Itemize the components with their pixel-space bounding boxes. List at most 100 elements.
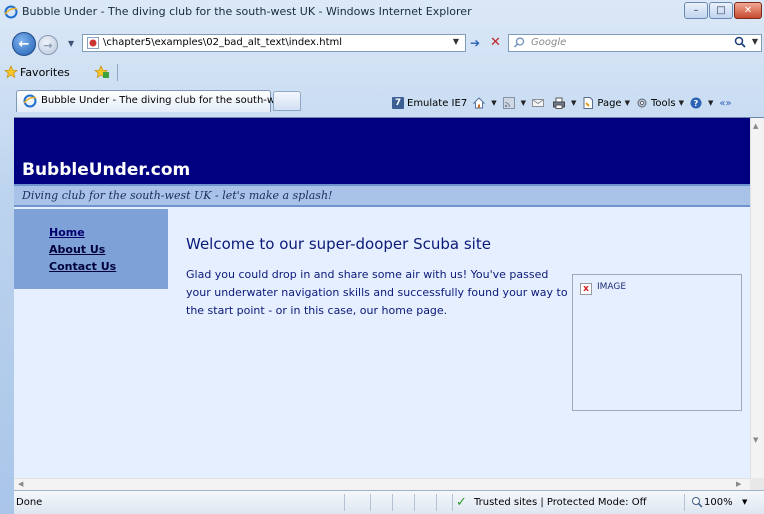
navigation-bar: ← → ▼ \chapter5\examples\02_bad_alt_text…	[0, 27, 764, 57]
add-to-favorites-icon[interactable]	[94, 65, 110, 79]
status-divider	[344, 494, 345, 511]
print-dropdown-icon[interactable]: ▼	[571, 99, 576, 107]
home-icon	[473, 97, 486, 109]
go-arrow-icon[interactable]: ➔	[470, 36, 480, 50]
zoom-level[interactable]: 100%	[704, 497, 733, 508]
favorites-bar: Favorites	[0, 60, 764, 84]
site-navigation: Home About Us Contact Us	[14, 209, 168, 289]
scrollbar-corner	[750, 478, 764, 490]
home-dropdown-icon[interactable]: ▼	[491, 99, 496, 107]
new-tab-button[interactable]	[273, 91, 301, 111]
status-divider	[392, 494, 393, 511]
chevron-right-icon: «»	[719, 97, 732, 109]
zoom-icon	[692, 497, 703, 508]
tab-bubble-under[interactable]: Bubble Under - The diving club for the s…	[16, 90, 291, 112]
print-button[interactable]: ▼	[552, 97, 576, 109]
status-divider	[684, 494, 685, 511]
scroll-left-icon[interactable]: ◀	[18, 480, 23, 488]
status-divider	[414, 494, 415, 511]
title-bar: Bubble Under - The diving club for the s…	[0, 0, 764, 24]
toolbar-overflow-button[interactable]: «»	[719, 98, 731, 109]
mail-icon	[531, 99, 544, 107]
recent-pages-dropdown-icon[interactable]: ▼	[68, 39, 74, 48]
help-icon: ?	[690, 97, 702, 109]
read-mail-button[interactable]	[531, 97, 547, 109]
zoom-dropdown-icon[interactable]: ▼	[742, 498, 747, 506]
minimize-button[interactable]: –	[684, 2, 708, 19]
site-header: BubbleUnder.com	[14, 118, 750, 184]
help-button[interactable]: ? ▼	[690, 97, 713, 109]
forward-button[interactable]: →	[38, 35, 58, 55]
nav-link-contact-us[interactable]: Contact Us	[49, 260, 116, 273]
favorites-button[interactable]: Favorites	[20, 66, 70, 79]
search-input[interactable]: Google ▼	[508, 34, 762, 52]
nav-link-about-us[interactable]: About Us	[49, 243, 105, 256]
command-bar: 7 Emulate IE7 ▼ ▼ ▼ Page ▼ Tools ▼ ? ▼ «…	[392, 94, 738, 112]
tools-menu[interactable]: Tools ▼	[636, 97, 684, 109]
tools-label: Tools	[650, 97, 676, 109]
site-title: BubbleUnder.com	[22, 160, 191, 180]
svg-text:?: ?	[694, 99, 699, 108]
broken-image-placeholder: x IMAGE	[572, 274, 742, 411]
home-button[interactable]: ▼	[473, 97, 497, 109]
status-bar: Done ✓ Trusted sites | Protected Mode: O…	[14, 490, 764, 514]
status-divider	[452, 494, 453, 511]
search-provider-icon	[513, 37, 525, 48]
tab-row: Bubble Under - The diving club for the s…	[0, 86, 764, 116]
horizontal-scrollbar[interactable]: ◀ ▶	[14, 478, 750, 490]
address-input[interactable]: \chapter5\examples\02_bad_alt_text\index…	[82, 34, 466, 52]
broken-image-icon: x	[580, 283, 592, 295]
forward-arrow-icon: →	[43, 38, 53, 52]
compatibility-icon: 7	[392, 97, 404, 109]
page-menu[interactable]: Page ▼	[582, 97, 630, 109]
window-controls: – □ ✕	[683, 2, 762, 20]
search-dropdown-icon[interactable]: ▼	[752, 37, 758, 46]
favorites-star-icon[interactable]	[4, 65, 18, 79]
rss-feed-icon	[502, 97, 515, 109]
page-heading: Welcome to our super-dooper Scuba site	[186, 235, 491, 253]
scroll-down-icon[interactable]: ▼	[753, 436, 758, 444]
feeds-dropdown-icon[interactable]: ▼	[521, 99, 526, 107]
status-text: Done	[16, 497, 43, 508]
page-label: Page	[597, 97, 622, 109]
page-favicon-icon	[87, 37, 99, 49]
scroll-right-icon[interactable]: ▶	[736, 480, 741, 488]
security-zone[interactable]: Trusted sites | Protected Mode: Off	[474, 497, 647, 508]
status-divider	[436, 494, 437, 511]
content-viewport: BubbleUnder.com Diving club for the sout…	[14, 117, 764, 490]
emulate-ie7-button[interactable]: 7 Emulate IE7	[392, 97, 467, 109]
back-button[interactable]: ←	[12, 32, 36, 56]
window-title: Bubble Under - The diving club for the s…	[22, 5, 472, 18]
tagline: Diving club for the south-west UK - let'…	[22, 189, 333, 202]
help-dropdown-icon: ▼	[708, 99, 714, 107]
browser-window: Bubble Under - The diving club for the s…	[0, 0, 764, 514]
status-divider	[370, 494, 371, 511]
tab-label: Bubble Under - The diving club for the s…	[41, 95, 291, 106]
nav-link-home[interactable]: Home	[49, 226, 85, 239]
stop-icon[interactable]: ✕	[490, 35, 501, 50]
check-icon: ✓	[456, 495, 467, 510]
vertical-scrollbar[interactable]: ▲ ▼	[750, 118, 764, 478]
image-alt-text: IMAGE	[597, 282, 627, 292]
emulate-label: Emulate IE7	[407, 97, 468, 109]
address-text: \chapter5\examples\02_bad_alt_text\index…	[103, 37, 343, 48]
web-page: BubbleUnder.com Diving club for the sout…	[14, 118, 750, 478]
scroll-up-icon[interactable]: ▲	[753, 122, 758, 130]
back-arrow-icon: ←	[18, 36, 30, 52]
tools-dropdown-icon: ▼	[678, 99, 684, 107]
search-placeholder: Google	[531, 37, 567, 48]
gear-icon	[637, 98, 647, 108]
tagline-bar: Diving club for the south-west UK - let'…	[14, 184, 750, 207]
search-icon[interactable]	[734, 36, 747, 49]
print-icon	[552, 97, 565, 109]
toolbar-divider	[117, 64, 118, 81]
close-button[interactable]: ✕	[734, 2, 762, 19]
intro-paragraph: Glad you could drop in and share some ai…	[186, 268, 568, 317]
maximize-button[interactable]: □	[709, 2, 733, 19]
address-dropdown-icon[interactable]: ▼	[453, 37, 459, 46]
feeds-button[interactable]: ▼	[502, 97, 526, 109]
ie-logo-icon	[4, 5, 18, 19]
page-dropdown-icon: ▼	[624, 99, 630, 107]
ie-logo-icon	[23, 94, 37, 108]
page-icon	[583, 97, 594, 109]
